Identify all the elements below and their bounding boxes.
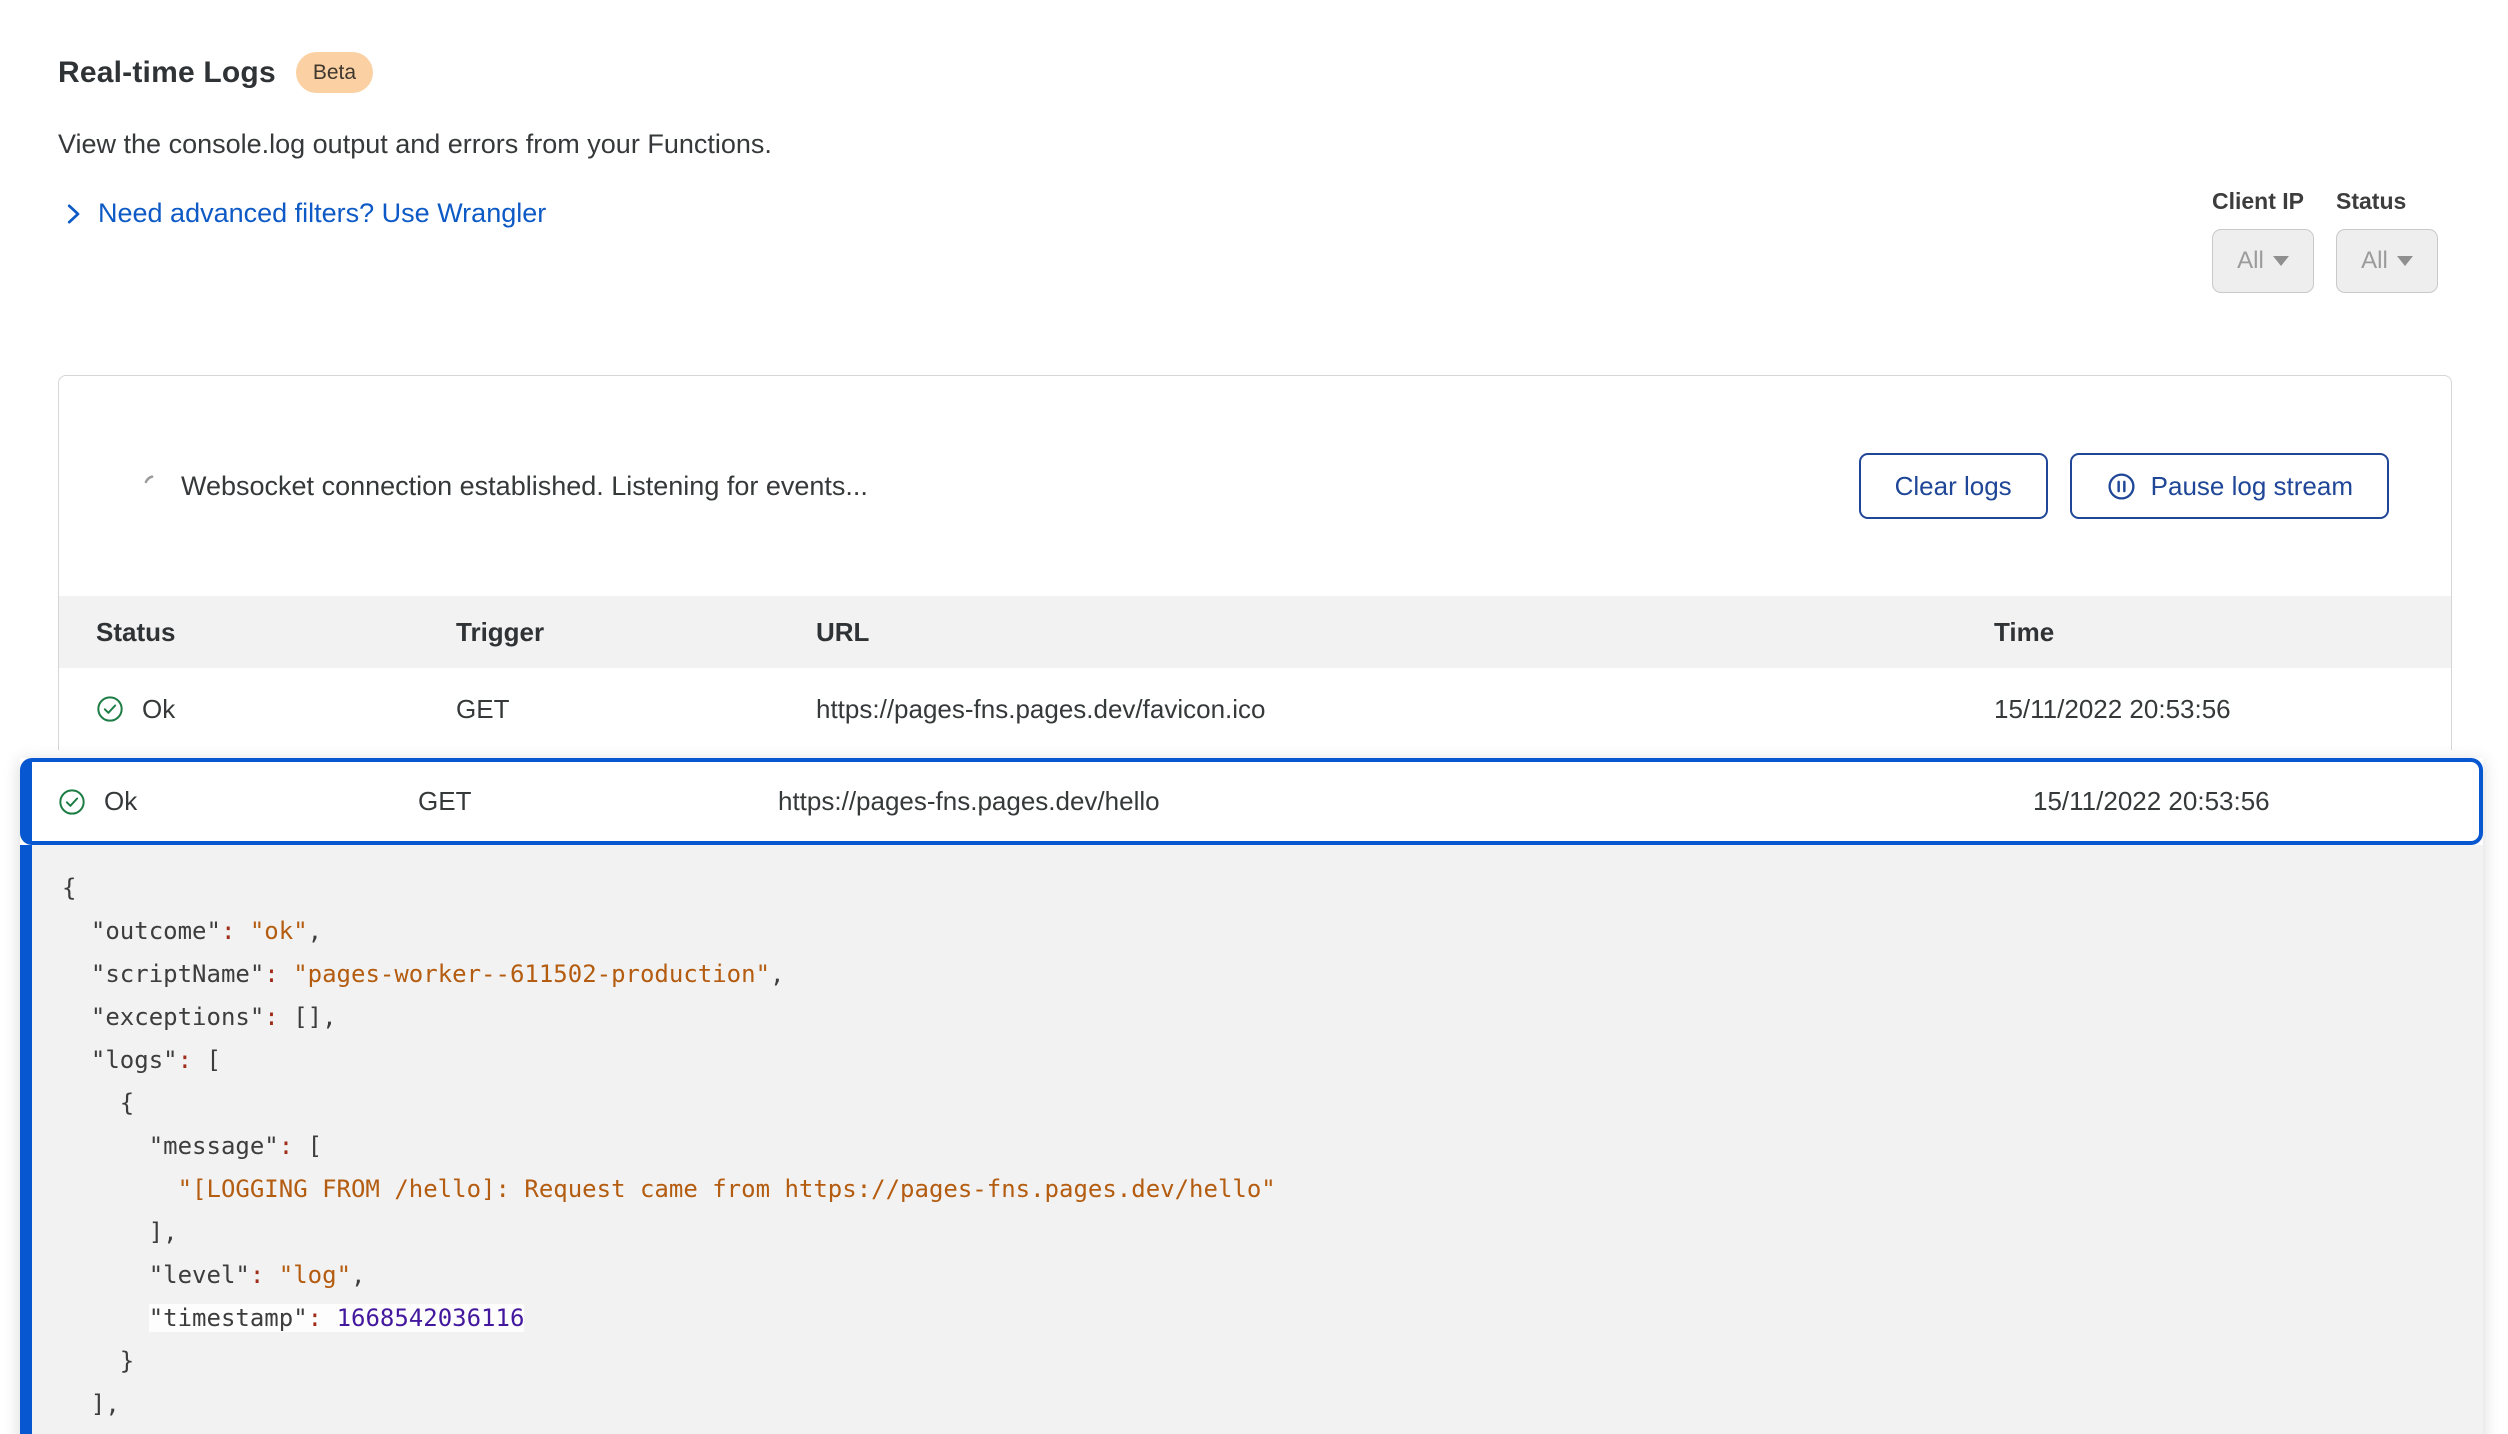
client-ip-filter-label: Client IP bbox=[2212, 188, 2314, 215]
table-row[interactable]: Ok GET https://pages-fns.pages.dev/favic… bbox=[59, 668, 2451, 750]
log-detail-panel: { "outcome": "ok", "scriptName": "pages-… bbox=[20, 845, 2483, 1434]
code-line: { bbox=[62, 867, 2483, 910]
status-cell: Ok bbox=[58, 786, 418, 817]
code-line: ], bbox=[62, 1211, 2483, 1254]
code-line: "[LOGGING FROM /hello]: Request came fro… bbox=[62, 1168, 2483, 1211]
code-line: "outcome": "ok", bbox=[62, 910, 2483, 953]
code-line: "message": [ bbox=[62, 1125, 2483, 1168]
status-filter-group: Status All bbox=[2336, 188, 2438, 293]
client-ip-filter-select[interactable]: All bbox=[2212, 229, 2314, 293]
check-circle-icon bbox=[58, 788, 86, 816]
table-header-url: URL bbox=[816, 617, 1994, 648]
status-cell: Ok bbox=[96, 694, 456, 725]
code-line: } bbox=[62, 1340, 2483, 1383]
table-header-row: Status Trigger URL Time bbox=[59, 596, 2451, 668]
websocket-status-bar: Websocket connection established. Listen… bbox=[59, 376, 2451, 596]
wrangler-link-label: Need advanced filters? Use Wrangler bbox=[98, 198, 546, 229]
pause-circle-icon bbox=[2106, 471, 2137, 502]
code-line: "logs": [ bbox=[62, 1039, 2483, 1082]
status-value: Ok bbox=[104, 786, 137, 817]
table-header-time: Time bbox=[1994, 617, 2414, 648]
status-filter-label: Status bbox=[2336, 188, 2438, 215]
client-ip-filter-group: Client IP All bbox=[2212, 188, 2314, 293]
client-ip-filter-value: All bbox=[2237, 247, 2264, 275]
table-row-selected[interactable]: Ok GET https://pages-fns.pages.dev/hello… bbox=[20, 758, 2483, 845]
check-circle-icon bbox=[96, 695, 124, 723]
status-filter-value: All bbox=[2361, 247, 2388, 275]
code-line: "level": "log", bbox=[62, 1254, 2483, 1297]
code-line: ], bbox=[62, 1383, 2483, 1426]
page-header: Real-time Logs Beta View the console.log… bbox=[0, 0, 2508, 229]
time-cell: 15/11/2022 20:53:56 bbox=[1994, 694, 2414, 725]
beta-badge: Beta bbox=[296, 52, 373, 93]
page-subtitle: View the console.log output and errors f… bbox=[58, 129, 2508, 160]
clear-logs-label: Clear logs bbox=[1895, 471, 2012, 502]
pause-log-stream-button[interactable]: Pause log stream bbox=[2070, 453, 2389, 519]
url-cell: https://pages-fns.pages.dev/hello bbox=[778, 786, 2033, 817]
logs-card: Websocket connection established. Listen… bbox=[58, 375, 2452, 750]
clear-logs-button[interactable]: Clear logs bbox=[1859, 453, 2048, 519]
log-json-code: { "outcome": "ok", "scriptName": "pages-… bbox=[32, 845, 2483, 1426]
loading-spinner-icon bbox=[141, 473, 167, 499]
trigger-cell: GET bbox=[456, 694, 816, 725]
page-title: Real-time Logs bbox=[58, 56, 276, 90]
trigger-cell: GET bbox=[418, 786, 778, 817]
status-value: Ok bbox=[142, 694, 175, 725]
url-cell: https://pages-fns.pages.dev/favicon.ico bbox=[816, 694, 1994, 725]
log-filters: Client IP All Status All bbox=[2212, 188, 2438, 293]
code-line: "timestamp": 1668542036116 bbox=[62, 1297, 2483, 1340]
code-line: { bbox=[62, 1082, 2483, 1125]
wrangler-filters-link[interactable]: Need advanced filters? Use Wrangler bbox=[58, 198, 546, 229]
code-line: "scriptName": "pages-worker--611502-prod… bbox=[62, 953, 2483, 996]
expanded-log-entry: Ok GET https://pages-fns.pages.dev/hello… bbox=[20, 758, 2483, 1434]
time-cell: 15/11/2022 20:53:56 bbox=[2033, 786, 2453, 817]
caret-down-icon bbox=[2397, 256, 2413, 266]
chevron-right-icon bbox=[58, 199, 88, 229]
table-header-status: Status bbox=[96, 617, 456, 648]
websocket-status-text: Websocket connection established. Listen… bbox=[181, 471, 868, 502]
caret-down-icon bbox=[2273, 256, 2289, 266]
table-header-trigger: Trigger bbox=[456, 617, 816, 648]
code-line: "exceptions": [], bbox=[62, 996, 2483, 1039]
status-filter-select[interactable]: All bbox=[2336, 229, 2438, 293]
pause-log-stream-label: Pause log stream bbox=[2151, 471, 2353, 502]
